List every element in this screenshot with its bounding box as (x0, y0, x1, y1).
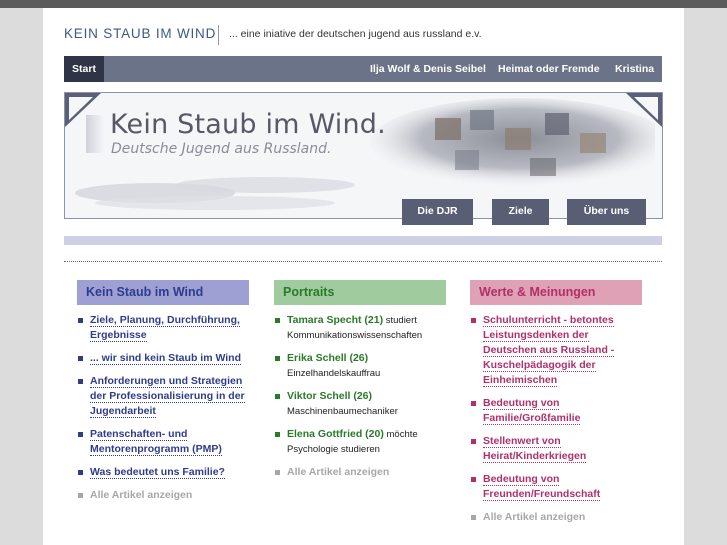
article-link[interactable]: Schulunterricht - betontes Leistungsdenk… (483, 314, 615, 387)
bullet-icon (78, 318, 83, 323)
button-die-djr[interactable]: Die DJR (402, 199, 473, 225)
bullet-icon (78, 379, 83, 384)
bullet-icon (78, 432, 83, 437)
column-heading[interactable]: Kein Staub im Wind (77, 280, 249, 305)
portrait-text: Kommunikationswissenschaften (287, 330, 423, 341)
divider-band (64, 236, 662, 245)
button-ueber-uns[interactable]: Über uns (567, 199, 646, 225)
portrait-text: Maschinenbaumechaniker (287, 406, 398, 417)
article-link[interactable]: Bedeutung von Familie/Großfamilie (483, 397, 581, 425)
portrait-name-link[interactable]: Erika Schell (26) (287, 352, 368, 364)
bullet-icon (275, 318, 280, 323)
article-link[interactable]: Bedeutung von Freunden/Freundschaft (483, 473, 601, 501)
tagline: ... eine iniative der deutschen jugend a… (229, 28, 482, 40)
puzzle-photo-image (370, 98, 655, 188)
title-separator (218, 25, 219, 45)
list-item: Viktor Schell (26) Maschinenbaumechaniker (274, 389, 446, 419)
site-title[interactable]: KEIN STAUB IM WIND (64, 26, 216, 41)
list-item: Patenschaften- und Mentorenprogramm (PMP… (77, 427, 249, 457)
dotted-divider (64, 261, 662, 262)
list-item: Elena Gottfried (20) möchte Psychologie s… (274, 427, 446, 457)
bullet-icon (275, 394, 280, 399)
list-item: Bedeutung von Freunden/Freundschaft (470, 472, 642, 502)
nav-item-ilja-wolf[interactable]: Ilja Wolf & Denis Seibel (370, 56, 486, 82)
bullet-icon (275, 356, 280, 361)
bullet-icon (275, 470, 280, 475)
list-item: Schulunterricht - betontes Leistungsdenk… (470, 313, 642, 388)
portrait-text: Einzelhandelskauffrau (287, 368, 381, 379)
article-link[interactable]: Was bedeutet uns Familie? (90, 466, 225, 479)
list-item: ... wir sind kein Staub im Wind (77, 351, 249, 366)
banner-title: Kein Staub im Wind. (110, 109, 386, 140)
all-articles-link[interactable]: Alle Artikel anzeigen (287, 466, 389, 478)
top-strip (0, 0, 727, 8)
banner-subtitle: Deutsche Jugend aus Russland. (111, 141, 332, 157)
bullet-icon (471, 477, 476, 482)
column-kein-staub-im-wind: Kein Staub im Wind Ziele, Planung, Durch… (77, 280, 249, 503)
list-item: Bedeutung von Familie/Großfamilie (470, 396, 642, 426)
portrait-name-link[interactable]: Elena Gottfried (20) (287, 428, 384, 440)
list-item: Alle Artikel anzeigen (470, 510, 642, 525)
all-articles-link[interactable]: Alle Artikel anzeigen (483, 511, 585, 523)
all-articles-link[interactable]: Alle Artikel anzeigen (90, 489, 192, 501)
portrait-name-link[interactable]: Tamara Specht (21) (287, 314, 383, 326)
article-list: Ziele, Planung, Durchführung, Ergebnisse… (77, 313, 249, 503)
article-link[interactable]: Anforderungen und Strategien der Profess… (90, 375, 245, 418)
list-item: Tamara Specht (21) studiert Kommunikation… (274, 313, 446, 343)
article-link[interactable]: Patenschaften- und Mentorenprogramm (PMP… (90, 428, 222, 456)
article-link[interactable]: ... wir sind kein Staub im Wind (90, 352, 242, 365)
list-item: Anforderungen und Strategien der Profess… (77, 374, 249, 419)
article-list: Tamara Specht (21) studiert Kommunikation… (274, 313, 446, 480)
page-container: KEIN STAUB IM WIND ... eine iniative der… (43, 8, 684, 545)
nav-item-kristina[interactable]: Kristina (615, 56, 654, 82)
list-item: Stellenwert von Heirat/Kinderkriegen (470, 434, 642, 464)
nav-start[interactable]: Start (64, 56, 104, 82)
list-item: Alle Artikel anzeigen (77, 488, 249, 503)
bullet-icon (78, 356, 83, 361)
list-item: Was bedeutet uns Familie? (77, 465, 249, 480)
portrait-text: Psychologie studieren (287, 444, 380, 455)
column-werte-und-meinungen: Werte & Meinungen Schulunterricht - beto… (470, 280, 642, 525)
bullet-icon (471, 439, 476, 444)
cloud-decoration (75, 177, 355, 210)
bullet-icon (78, 470, 83, 475)
main-nav: Start Ilja Wolf & Denis Seibel Heimat od… (64, 56, 662, 82)
column-heading[interactable]: Portraits (274, 280, 446, 305)
list-item: Erika Schell (26) Einzelhandelskauffrau (274, 351, 446, 381)
column-portraits: Portraits Tamara Specht (21) studiert Kom… (274, 280, 446, 480)
article-list: Schulunterricht - betontes Leistungsdenk… (470, 313, 642, 525)
banner-shade-bar (86, 115, 104, 153)
bullet-icon (471, 515, 476, 520)
article-link[interactable]: Ziele, Planung, Durchführung, Ergebnisse (90, 314, 240, 342)
bullet-icon (471, 318, 476, 323)
column-heading[interactable]: Werte & Meinungen (470, 280, 642, 305)
bullet-icon (275, 432, 280, 437)
article-link[interactable]: Stellenwert von Heirat/Kinderkriegen (483, 435, 587, 463)
portrait-text: studiert (383, 315, 417, 326)
portrait-text: möchte (383, 429, 418, 440)
list-item: Ziele, Planung, Durchführung, Ergebnisse (77, 313, 249, 343)
portrait-name-link[interactable]: Viktor Schell (26) (287, 390, 372, 402)
nav-item-heimat-oder-fremde[interactable]: Heimat oder Fremde (498, 56, 600, 82)
bullet-icon (78, 493, 83, 498)
bullet-icon (471, 401, 476, 406)
button-ziele[interactable]: Ziele (492, 199, 549, 225)
list-item: Alle Artikel anzeigen (274, 465, 446, 480)
